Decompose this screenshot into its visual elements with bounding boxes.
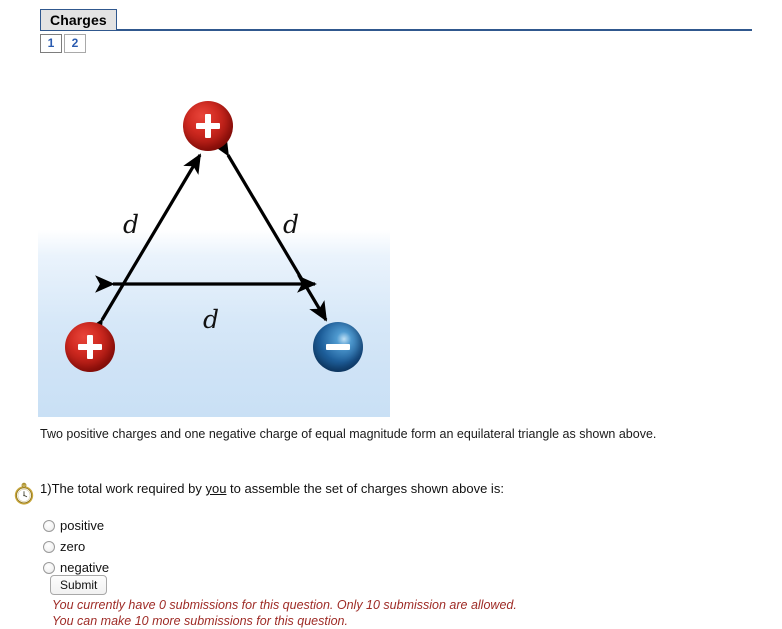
arrow-right-side bbox=[211, 135, 328, 322]
tab-strip: Charges bbox=[40, 9, 752, 31]
charge-bottom-right-negative bbox=[313, 322, 363, 372]
charge-bottom-left-sign bbox=[78, 335, 102, 359]
radio-zero[interactable] bbox=[43, 540, 55, 553]
option-zero[interactable]: zero bbox=[43, 537, 109, 556]
radio-negative[interactable] bbox=[43, 561, 55, 574]
submission-note-count: You currently have 0 submissions for thi… bbox=[52, 598, 517, 612]
pager-page-1[interactable]: 1 bbox=[40, 34, 62, 53]
option-positive-label: positive bbox=[60, 518, 105, 533]
charge-top-positive bbox=[183, 101, 233, 151]
page-pager: 1 2 bbox=[40, 34, 86, 53]
option-zero-label: zero bbox=[60, 539, 86, 554]
distance-label-right: d bbox=[283, 210, 300, 239]
pager-page-2[interactable]: 2 bbox=[64, 34, 86, 53]
charge-top-sign bbox=[196, 114, 220, 138]
answer-options: positive zero negative bbox=[43, 516, 109, 579]
charge-bottom-left-positive bbox=[65, 322, 115, 372]
option-negative-label: negative bbox=[60, 560, 110, 575]
figure-caption: Two positive charges and one negative ch… bbox=[40, 427, 657, 441]
tab-charges[interactable]: Charges bbox=[40, 9, 117, 30]
arrow-left-side bbox=[85, 153, 202, 340]
submission-notes: You currently have 0 submissions for thi… bbox=[52, 597, 517, 629]
charges-diagram: d d d bbox=[38, 62, 390, 417]
tab-strip-divider bbox=[40, 29, 752, 31]
question-number: 1) bbox=[40, 481, 52, 496]
distance-label-left: d bbox=[123, 210, 140, 239]
question-prompt: 1)The total work required by you to asse… bbox=[40, 481, 504, 496]
radio-positive[interactable] bbox=[43, 519, 55, 532]
submit-button[interactable]: Submit bbox=[50, 575, 108, 595]
stopwatch-icon bbox=[14, 482, 34, 505]
option-positive[interactable]: positive bbox=[43, 516, 109, 535]
question-text-underlined: you bbox=[205, 481, 227, 496]
question-text-after: to assemble the set of charges shown abo… bbox=[226, 481, 504, 496]
charge-bottom-right-sign bbox=[326, 335, 350, 359]
distance-label-bottom: d bbox=[203, 305, 220, 334]
question-text-before: The total work required by bbox=[51, 481, 206, 496]
